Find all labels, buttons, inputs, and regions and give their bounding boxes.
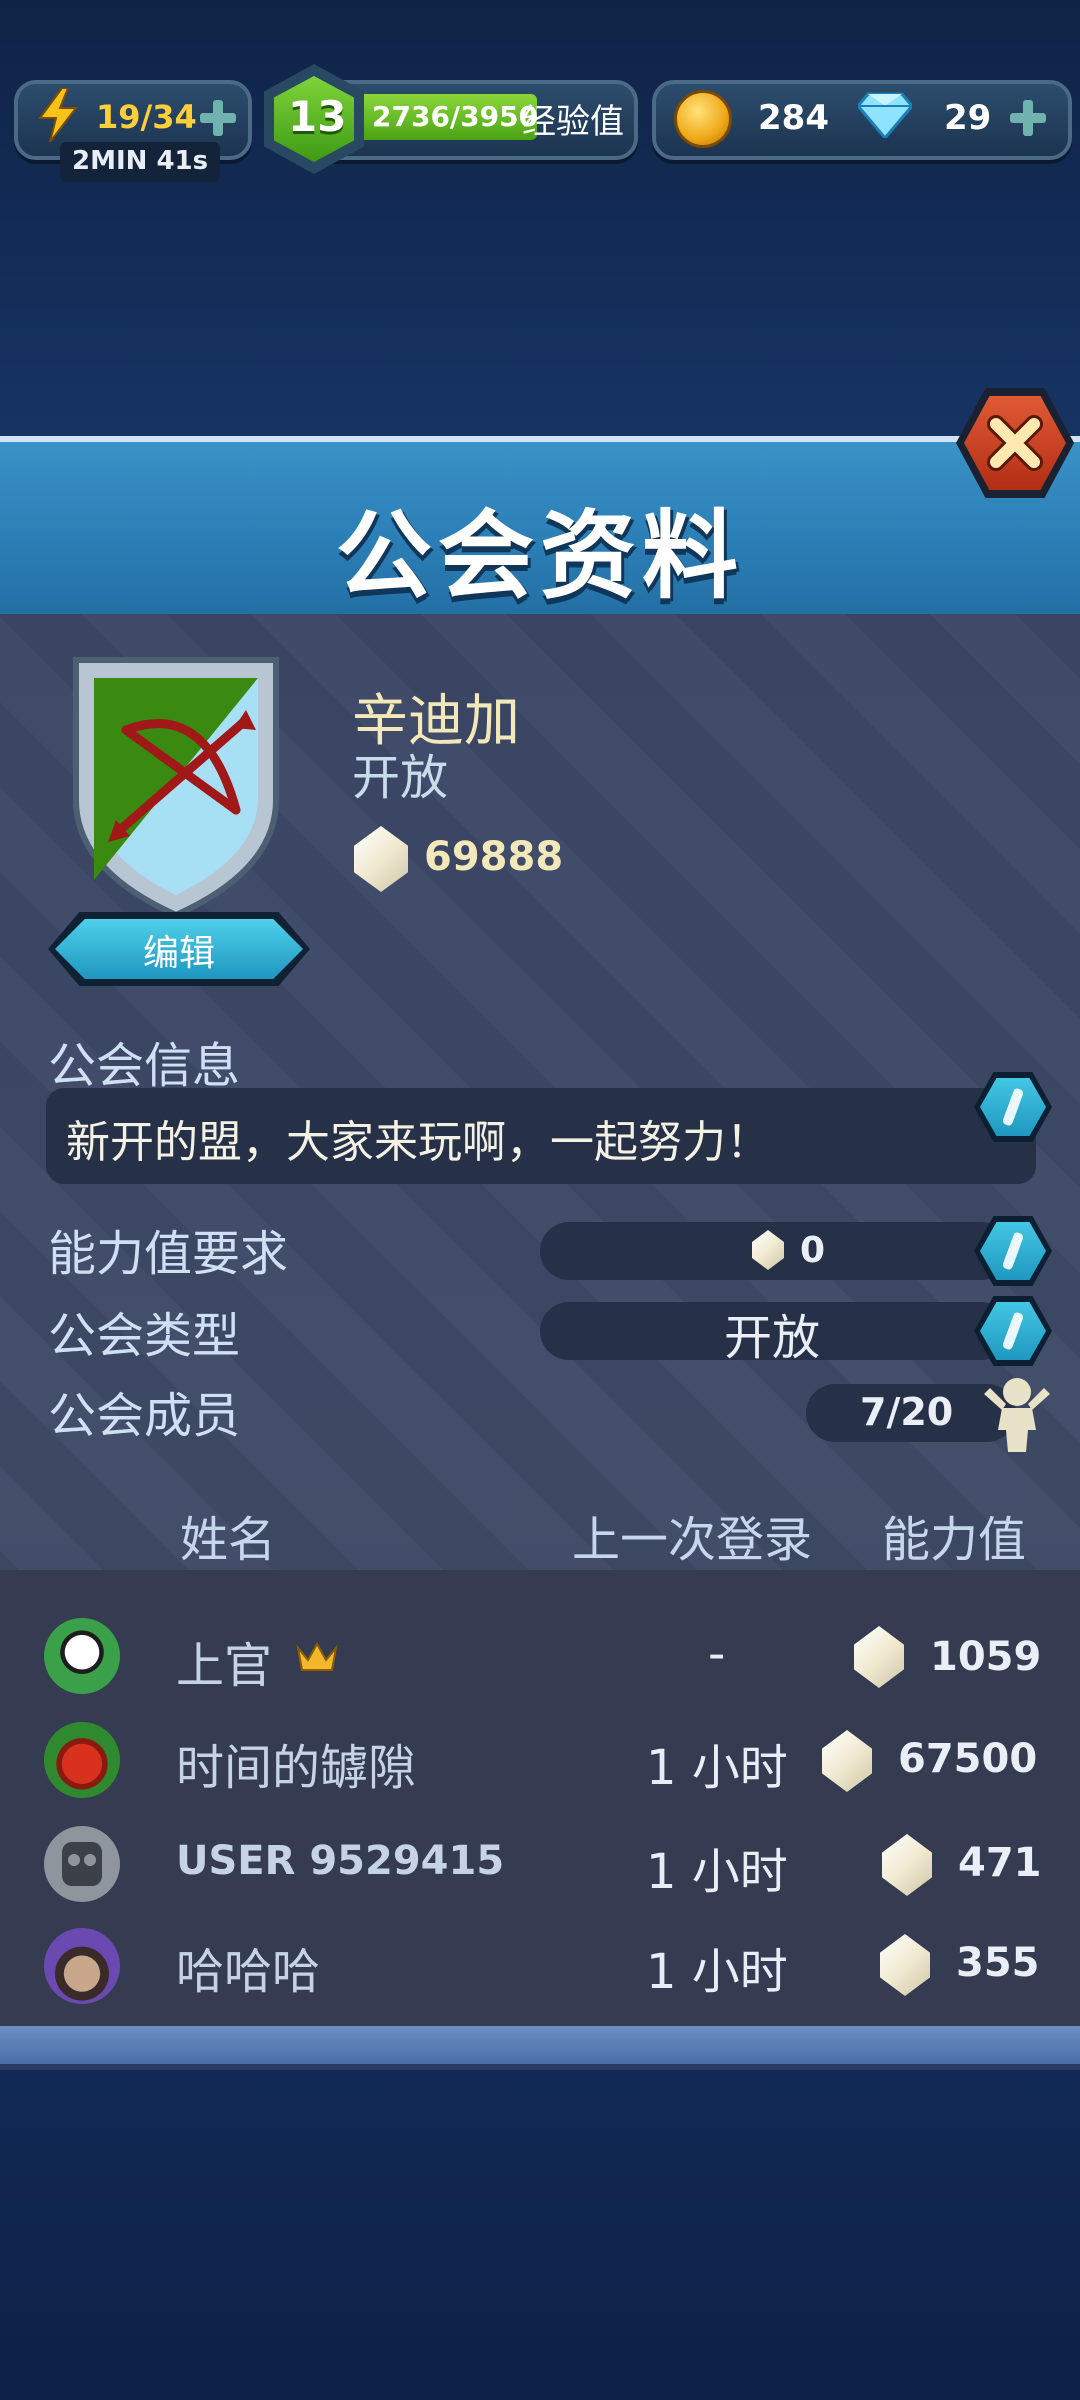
guild-power: 69888 xyxy=(424,834,564,880)
guild-type-label: 公会类型 xyxy=(48,1308,241,1364)
power-requirement-value: 0 xyxy=(800,1230,826,1271)
coin-icon xyxy=(674,90,732,148)
energy-count: 19/34 xyxy=(96,98,197,136)
avatar-default xyxy=(44,1826,120,1902)
panel-bottom-edge xyxy=(0,2026,1080,2070)
title-banner: 公会资料 xyxy=(0,436,1080,626)
guild-info-label: 公会信息 xyxy=(48,1038,241,1094)
member-name: 哈哈哈 xyxy=(176,1944,321,2000)
energy-timer: 2MIN 41s xyxy=(72,146,209,176)
member-power: 355 xyxy=(956,1940,1040,1986)
member-last-login: 1 小时 xyxy=(646,1944,788,2000)
guild-members-count: 7/20 xyxy=(860,1390,954,1434)
crown-icon xyxy=(296,1640,338,1672)
page-title: 公会资料 xyxy=(336,500,744,612)
member-power: 67500 xyxy=(898,1736,1038,1782)
edit-crest-label: 编辑 xyxy=(142,933,215,974)
lightning-icon xyxy=(36,87,80,143)
level-number: 13 xyxy=(288,92,347,141)
guild-crest xyxy=(56,650,296,920)
avatar-warrior xyxy=(44,1928,120,2004)
guild-info-text: 新开的盟，大家来玩啊，一起努力！ xyxy=(66,1117,770,1168)
member-power: 1059 xyxy=(930,1634,1042,1680)
member-last-login: 1 小时 xyxy=(646,1844,788,1900)
add-energy-button[interactable] xyxy=(200,100,236,136)
xp-label: 经验值 xyxy=(522,102,624,142)
member-last-login: 1 小时 xyxy=(646,1740,788,1796)
power-requirement-label: 能力值要求 xyxy=(48,1226,289,1282)
xp-value: 2736/3950 xyxy=(372,100,539,133)
member-name: 上官 xyxy=(176,1638,273,1694)
column-header-power: 能力值 xyxy=(882,1512,1027,1568)
member-last-login: - xyxy=(708,1626,726,1682)
column-header-last-login: 上一次登录 xyxy=(572,1512,813,1568)
column-header-name: 姓名 xyxy=(180,1512,277,1568)
guild-members-label: 公会成员 xyxy=(48,1388,241,1444)
add-diamonds-button[interactable] xyxy=(1010,100,1046,136)
avatar-monster xyxy=(44,1722,120,1798)
guild-type-value: 开放 xyxy=(724,1310,821,1366)
diamond-icon xyxy=(856,92,914,141)
guild-status: 开放 xyxy=(352,750,449,806)
member-figure-icon xyxy=(980,1376,1054,1452)
member-name: USER 9529415 xyxy=(176,1838,505,1884)
diamond-count: 29 xyxy=(944,98,992,138)
edit-crest-button[interactable]: 编辑 xyxy=(48,912,310,986)
member-name: 时间的罅隙 xyxy=(176,1740,417,1796)
member-power: 471 xyxy=(958,1840,1042,1886)
avatar-panda xyxy=(44,1618,120,1694)
close-icon xyxy=(984,412,1046,474)
table-row[interactable] xyxy=(0,1620,1080,1692)
coin-count: 284 xyxy=(758,98,829,138)
